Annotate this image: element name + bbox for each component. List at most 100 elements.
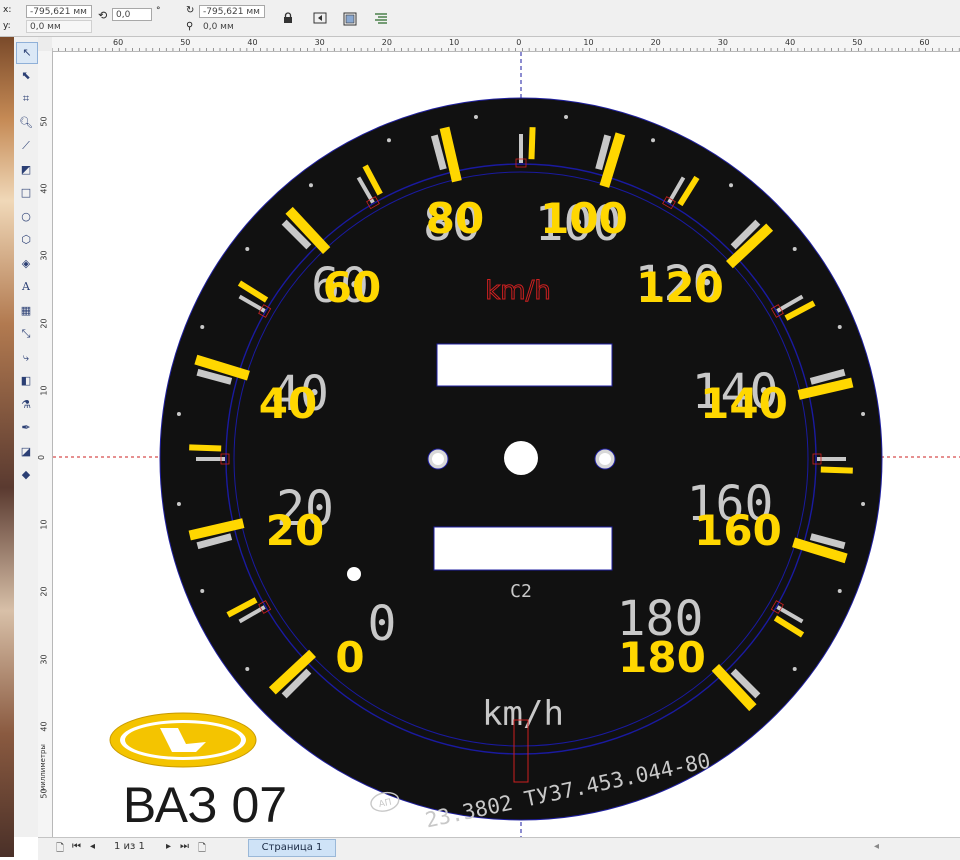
first-page-icon[interactable]: ⏮ — [72, 841, 81, 852]
needle-hole — [504, 441, 538, 475]
outline-tool-icon[interactable]: ✒ — [16, 418, 36, 438]
dimension-tool-icon[interactable]: ⤡ — [16, 324, 36, 344]
yellow-tick — [820, 466, 853, 474]
yellow-number: 40 — [259, 379, 317, 428]
polygon-tool-icon[interactable]: ⬡ — [16, 230, 36, 250]
minor-dot — [861, 411, 866, 416]
prev-page-icon[interactable]: ◂ — [90, 841, 95, 852]
table-tool-icon[interactable]: ▦ — [16, 301, 36, 321]
minor-dot — [245, 246, 250, 251]
scroll-left-icon[interactable]: ◂ — [874, 841, 879, 852]
eyedropper-tool-icon[interactable]: ⚗ — [16, 395, 36, 415]
ruler-tick-label: 40 — [39, 183, 49, 194]
toolbox: ↖ ⬉ ⌗ 🔍︎ ⟋ ◩ □ ○ ⬡ ◈ A ▦ ⤡ ⤷ ◧ ⚗ ✒ ◪ ◆ — [14, 37, 39, 837]
rotation-angle-field[interactable]: 0,0 — [112, 8, 152, 21]
horizontal-ruler[interactable]: 60 50 40 30 20 10 0 10 20 30 40 50 60 — [52, 37, 960, 52]
shape-tool-icon[interactable]: ⬉ — [16, 66, 36, 86]
yellow-number: 20 — [266, 506, 324, 555]
rotation-center-icon: ↻ — [186, 5, 195, 16]
minor-dot — [861, 502, 866, 507]
frame-icon[interactable] — [342, 11, 358, 27]
interactive-fill-icon[interactable]: ◆ — [16, 465, 36, 485]
minor-dot — [792, 667, 797, 672]
maker-mark: АП — [378, 798, 393, 810]
basic-shapes-icon[interactable]: ◈ — [16, 254, 36, 274]
ruler-tick-label: 10 — [39, 519, 49, 530]
center-y-field[interactable]: 0,0 мм — [199, 20, 265, 33]
blend-tool-icon[interactable]: ◧ — [16, 371, 36, 391]
yellow-number: 180 — [618, 633, 706, 682]
page-tab[interactable]: Страница 1 — [248, 839, 336, 857]
ruler-corner[interactable] — [38, 37, 53, 52]
mirror-icon[interactable] — [312, 11, 328, 27]
lada-logo — [109, 712, 257, 768]
last-page-icon[interactable]: ⏭ — [180, 841, 189, 852]
crop-tool-icon[interactable]: ⌗ — [16, 89, 36, 109]
connector-tool-icon[interactable]: ⤷ — [16, 348, 36, 368]
vertical-ruler[interactable]: миллиметры 50 40 30 20 10 0 10 20 30 40 50 — [38, 51, 53, 837]
ellipse-tool-icon[interactable]: ○ — [16, 207, 36, 227]
yellow-number: 0 — [335, 633, 364, 682]
minor-dot — [651, 138, 656, 143]
trip-window — [433, 526, 613, 571]
y-label: y: — [3, 21, 11, 31]
center-y-icon: ⚲ — [186, 21, 194, 32]
yellow-number: 100 — [540, 194, 628, 243]
minor-dot — [729, 183, 734, 188]
ruler-tick-label: 20 — [39, 318, 49, 329]
desktop-wallpaper — [0, 37, 14, 857]
rectangle-tool-icon[interactable]: □ — [16, 183, 36, 203]
odometer-window — [436, 343, 613, 387]
property-bar: x: -795,621 мм y: 0,0 мм ⟲ 0,0 ° ↻ -795,… — [0, 0, 960, 37]
x-label: x: — [3, 5, 12, 15]
yellow-number: 140 — [700, 379, 788, 428]
ruler-tick-label: 20 — [39, 586, 49, 597]
indicator-hole — [347, 567, 361, 581]
kmh-bottom-label: km/h — [482, 694, 564, 734]
ruler-tick-label: 30 — [39, 250, 49, 261]
ruler-tick-label: 50 — [39, 116, 49, 127]
lock-ratio-icon[interactable] — [280, 11, 296, 27]
kmh-top-label: km/h — [485, 276, 551, 306]
minor-dot — [176, 411, 181, 416]
freehand-tool-icon[interactable]: ⟋ — [16, 136, 36, 156]
speedometer-drawing: 020406080 100120140160180 020406080 100120… — [53, 52, 960, 837]
fill-tool-icon[interactable]: ◪ — [16, 442, 36, 462]
rotate-icon: ⟲ — [98, 9, 108, 22]
ruler-tick-label: 10 — [39, 385, 49, 396]
add-page-icon[interactable]: 🗋 — [56, 841, 64, 858]
printed-number: 0 — [368, 596, 397, 652]
y-position-field[interactable]: 0,0 мм — [26, 20, 92, 33]
wrap-text-icon[interactable] — [373, 11, 389, 27]
ruler-tick-label: 50 — [39, 788, 49, 799]
yellow-tick — [189, 444, 222, 452]
minor-dot — [200, 589, 205, 594]
x-position-field[interactable]: -795,621 мм — [26, 5, 92, 18]
minor-dot — [176, 502, 181, 507]
zoom-tool-icon[interactable]: 🔍︎ — [16, 113, 36, 133]
minor-dot — [200, 324, 205, 329]
yellow-number: 60 — [323, 263, 381, 312]
drawing-canvas[interactable]: 0 20 40 60 80 100 120 140 160 180 0 20 40 60 80 100 120… — [53, 52, 960, 837]
ruler-tick-label: 0 — [38, 455, 46, 460]
ruler-unit-label: миллиметры — [39, 744, 47, 791]
minor-dot — [308, 183, 313, 188]
text-tool-icon[interactable]: A — [16, 277, 36, 297]
minor-dot — [792, 246, 797, 251]
degree-symbol: ° — [156, 6, 161, 16]
minor-dot — [473, 114, 478, 119]
model-code-label: C2 — [510, 581, 532, 602]
minor-dot — [837, 324, 842, 329]
add-page-end-icon[interactable]: 🗋 — [198, 841, 206, 858]
ruler-tick-label: 30 — [39, 654, 49, 665]
page-counter: 1 из 1 — [114, 841, 145, 852]
center-x-field[interactable]: -795,621 мм — [199, 5, 265, 18]
pick-tool-icon[interactable]: ↖ — [16, 42, 38, 64]
minor-dot — [386, 138, 391, 143]
minor-dot — [837, 589, 842, 594]
ruler-tick-label: 40 — [39, 721, 49, 732]
smart-fill-icon[interactable]: ◩ — [16, 160, 36, 180]
yellow-number: 80 — [426, 194, 484, 243]
minor-dot — [245, 667, 250, 672]
next-page-icon[interactable]: ▸ — [166, 841, 171, 852]
